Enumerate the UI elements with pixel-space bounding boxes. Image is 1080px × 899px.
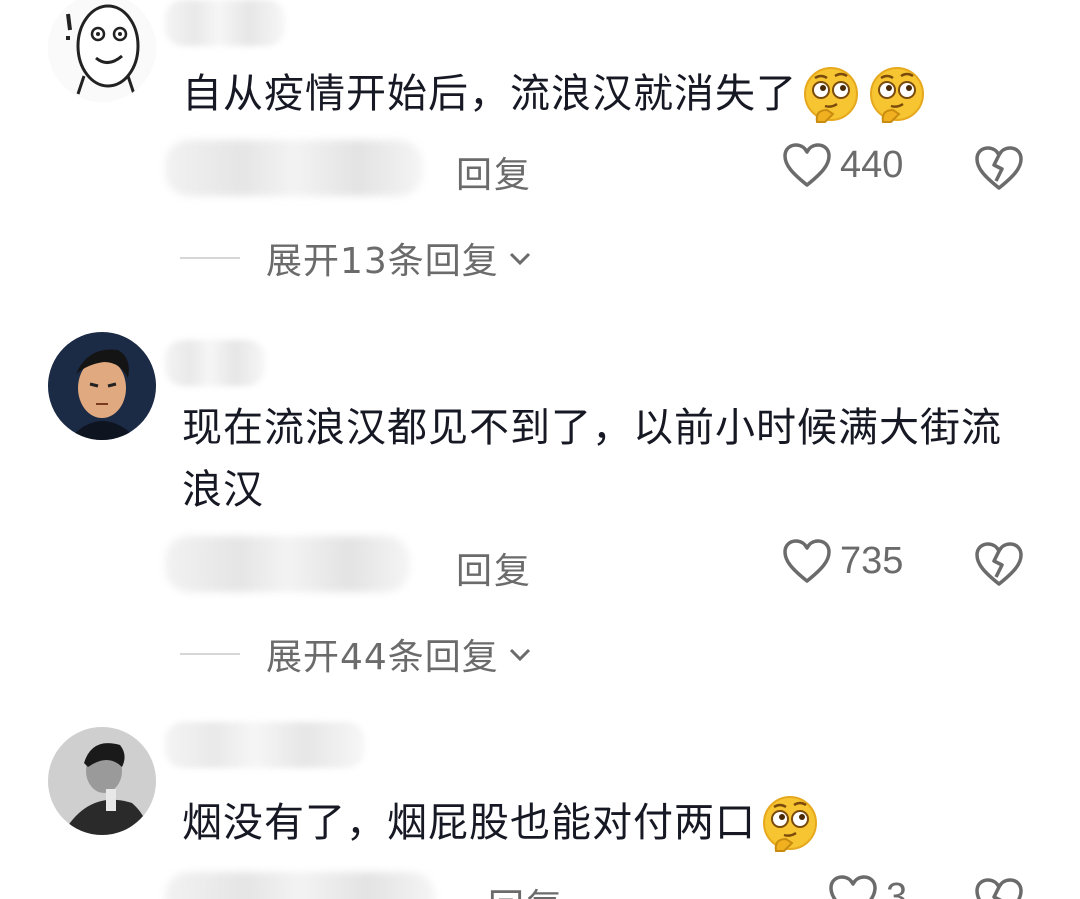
thinking-face-emoji-icon (804, 67, 858, 123)
broken-heart-icon[interactable] (974, 541, 1024, 587)
comment-text: 烟没有了，烟屁股也能对付两口 (182, 792, 1022, 857)
like-button[interactable]: 440 (782, 142, 903, 188)
avatar[interactable] (48, 0, 156, 102)
comment-text: 自从疫情开始后，流浪汉就消失了 (182, 63, 1022, 128)
meme-face-avatar-icon (48, 0, 156, 102)
thinking-face-emoji-icon (870, 67, 924, 123)
expand-replies[interactable]: 展开44条回复 (180, 628, 535, 680)
reply-button[interactable]: 回复 (456, 146, 532, 198)
expand-replies-label: 展开13条回复 (266, 241, 499, 282)
avatar[interactable] (48, 332, 156, 440)
chevron-down-icon (509, 252, 530, 266)
timestamp-redacted (165, 872, 435, 899)
expand-divider (180, 653, 240, 655)
timestamp-redacted (165, 536, 410, 592)
broken-heart-icon[interactable] (974, 145, 1024, 191)
comment-feed: 自从疫情开始后，流浪汉就消失了 回复 440 展开13条回复 现在流浪汉都见不到… (0, 0, 1080, 899)
comment-item: 烟没有了，烟屁股也能对付两口 回复 3 (0, 722, 1080, 899)
chevron-down-icon (509, 648, 530, 662)
heart-icon (783, 143, 831, 187)
username-redacted (165, 340, 265, 386)
comment-text: 现在流浪汉都见不到了，以前小时候满大街流浪汉 (182, 405, 1002, 513)
reply-button[interactable]: 回复 (456, 542, 532, 594)
timestamp-redacted (165, 140, 423, 196)
anime-portrait-avatar-icon (48, 332, 156, 440)
comment-item: 自从疫情开始后，流浪汉就消失了 回复 440 展开13条回复 (0, 0, 1080, 300)
expand-replies[interactable]: 展开13条回复 (180, 232, 535, 284)
thinking-face-emoji-icon (763, 796, 817, 852)
monochrome-person-avatar-icon (48, 727, 156, 835)
like-button[interactable]: 3 (828, 874, 907, 899)
comment-item: 现在流浪汉都见不到了，以前小时候满大街流浪汉 回复 735 展开44条回复 (0, 330, 1080, 690)
heart-icon (783, 539, 831, 583)
like-count: 440 (840, 143, 904, 186)
avatar[interactable] (48, 727, 156, 835)
heart-icon (829, 875, 877, 899)
broken-heart-icon[interactable] (974, 877, 1024, 899)
username-redacted (165, 0, 285, 46)
expand-divider (180, 257, 240, 259)
username-redacted (165, 722, 365, 768)
like-count: 735 (840, 539, 904, 582)
like-button[interactable]: 735 (782, 538, 903, 584)
expand-replies-label: 展开44条回复 (266, 637, 499, 678)
like-count: 3 (886, 875, 908, 899)
reply-button[interactable]: 回复 (488, 878, 564, 899)
